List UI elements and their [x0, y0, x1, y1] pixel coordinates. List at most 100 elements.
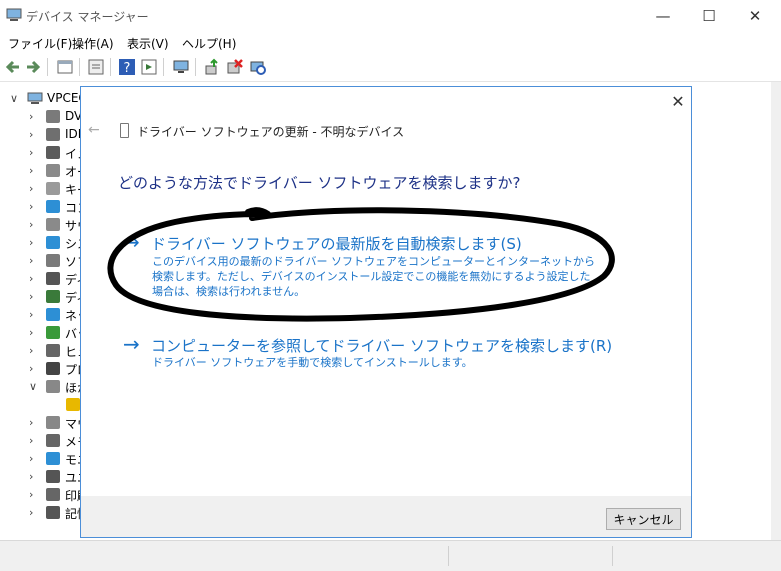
update-driver-icon[interactable]	[203, 58, 221, 76]
arrow-right-icon: →	[123, 332, 140, 356]
properties-icon[interactable]	[56, 58, 74, 76]
uninstall-icon[interactable]	[226, 58, 244, 76]
mouse-icon	[46, 416, 60, 429]
tree-item[interactable]: › ソフ	[0, 252, 80, 270]
tree-item[interactable]: › DV	[0, 108, 80, 126]
memory-icon	[46, 434, 60, 447]
tree-item[interactable]: › ヒュ	[0, 342, 80, 360]
menu-file[interactable]: ファイル(F)	[8, 35, 72, 52]
dialog-question: どのような方法でドライバー ソフトウェアを検索しますか?	[118, 174, 521, 192]
toolbar-separator	[195, 58, 196, 76]
chevron-right-icon[interactable]: ›	[29, 290, 33, 303]
tree-item[interactable]: › モニ	[0, 450, 80, 468]
chevron-right-icon[interactable]: ›	[29, 488, 33, 501]
tree-item[interactable]: ∨ ほか	[0, 378, 80, 396]
toolbar-separator	[163, 58, 164, 76]
software-icon	[46, 254, 60, 267]
back-arrow-icon[interactable]: ←	[88, 122, 100, 138]
tree-item[interactable]: › メモ	[0, 432, 80, 450]
chevron-right-icon[interactable]: ›	[29, 146, 33, 159]
dvd-icon	[46, 110, 60, 123]
forward-icon[interactable]	[24, 58, 42, 76]
tree-item[interactable]	[0, 396, 80, 414]
tree-item[interactable]: › オー	[0, 162, 80, 180]
battery-icon	[46, 326, 60, 339]
action-pane-icon[interactable]	[140, 58, 158, 76]
tree-item-label: オー	[65, 165, 80, 179]
tree-item-label: IDE	[65, 127, 80, 141]
minimize-button[interactable]: —	[640, 0, 686, 32]
chevron-right-icon[interactable]: ›	[29, 326, 33, 339]
chevron-right-icon[interactable]: ›	[29, 218, 33, 231]
chevron-right-icon[interactable]: ›	[29, 416, 33, 429]
menu-action[interactable]: 操作(A)	[72, 35, 114, 52]
tree-item-label: 印刷	[65, 489, 80, 503]
tree-item[interactable]: › ユニ	[0, 468, 80, 486]
menu-help[interactable]: ヘルプ(H)	[182, 35, 236, 52]
cancel-button[interactable]: キャンセル	[606, 508, 681, 530]
close-button[interactable]: ✕	[732, 0, 778, 32]
window-title: デバイス マネージャー	[26, 10, 149, 24]
device-manager-icon	[6, 8, 22, 22]
view-icon[interactable]	[87, 58, 105, 76]
chevron-right-icon[interactable]: ›	[29, 506, 33, 519]
help-icon[interactable]: ?	[118, 58, 136, 76]
chevron-right-icon[interactable]: ›	[29, 110, 33, 123]
chevron-right-icon[interactable]: ›	[29, 236, 33, 249]
tree-item[interactable]: › キー	[0, 180, 80, 198]
chevron-right-icon[interactable]: ›	[29, 344, 33, 357]
tree-root[interactable]: ∨ VPCEG	[0, 90, 80, 108]
chevron-right-icon[interactable]: ›	[29, 434, 33, 447]
tree-item-label: マウ	[65, 417, 80, 431]
keyboard-icon	[46, 182, 60, 195]
chevron-right-icon[interactable]: ›	[29, 452, 33, 465]
chevron-right-icon[interactable]: ›	[29, 362, 33, 375]
imaging-icon	[46, 146, 60, 159]
device-icon	[120, 123, 129, 138]
dialog-title: ドライバー ソフトウェアの更新 - 不明なデバイス	[137, 125, 405, 139]
chevron-right-icon[interactable]: ›	[29, 272, 33, 285]
sound-icon	[46, 218, 60, 231]
chevron-right-icon[interactable]: ›	[29, 254, 33, 267]
tree-item[interactable]: › 記憶	[0, 504, 80, 522]
tree-item[interactable]: › マウ	[0, 414, 80, 432]
chevron-down-icon[interactable]: ∨	[29, 380, 37, 393]
tree-item[interactable]: › シス	[0, 234, 80, 252]
device-tree: ∨ VPCEG ›DV›IDE›イメ›オー›キー›コン›サウ›シス›ソフ›ディ›…	[0, 84, 80, 540]
tree-root-label: VPCEG	[47, 91, 80, 105]
chevron-right-icon[interactable]: ›	[29, 308, 33, 321]
back-icon[interactable]	[4, 58, 22, 76]
chevron-right-icon[interactable]: ›	[29, 470, 33, 483]
status-bar	[0, 540, 781, 571]
tree-item[interactable]: › ディ	[0, 270, 80, 288]
print-queue-icon	[46, 488, 60, 501]
audio-icon	[46, 164, 60, 177]
tree-item[interactable]: › ディ	[0, 288, 80, 306]
tree-item[interactable]: › イメ	[0, 144, 80, 162]
scan-hardware-icon[interactable]	[249, 58, 267, 76]
browse-option[interactable]: → コンピューターを参照してドライバー ソフトウェアを検索します(R) ドライバ…	[123, 332, 612, 372]
maximize-button[interactable]: ☐	[686, 0, 732, 32]
tree-item[interactable]: › IDE	[0, 126, 80, 144]
chevron-right-icon[interactable]: ›	[29, 128, 33, 141]
hid-icon	[46, 344, 60, 357]
monitor-icon[interactable]	[172, 58, 190, 76]
tree-item-label: ネッ	[65, 309, 80, 323]
chevron-down-icon[interactable]: ∨	[10, 92, 18, 105]
toolbar-separator	[47, 58, 48, 76]
tree-item[interactable]: › コン	[0, 198, 80, 216]
monitor-icon	[46, 452, 60, 465]
tree-item[interactable]: › サウ	[0, 216, 80, 234]
chevron-right-icon[interactable]: ›	[29, 200, 33, 213]
chevron-right-icon[interactable]: ›	[29, 182, 33, 195]
tree-item[interactable]: › バッ	[0, 324, 80, 342]
auto-search-description: このデバイス用の最新のドライバー ソフトウェアをコンピューターとインターネットか…	[152, 255, 595, 298]
computer-icon	[27, 92, 43, 105]
dialog-close-button[interactable]: ✕	[668, 92, 688, 112]
tree-item[interactable]: › ネッ	[0, 306, 80, 324]
tree-item[interactable]: › 印刷	[0, 486, 80, 504]
menu-view[interactable]: 表示(V)	[127, 35, 169, 52]
chevron-right-icon[interactable]: ›	[29, 164, 33, 177]
auto-search-option[interactable]: → ドライバー ソフトウェアの最新版を自動検索します(S) このデバイス用の最新…	[123, 230, 598, 302]
tree-item[interactable]: › プロ	[0, 360, 80, 378]
